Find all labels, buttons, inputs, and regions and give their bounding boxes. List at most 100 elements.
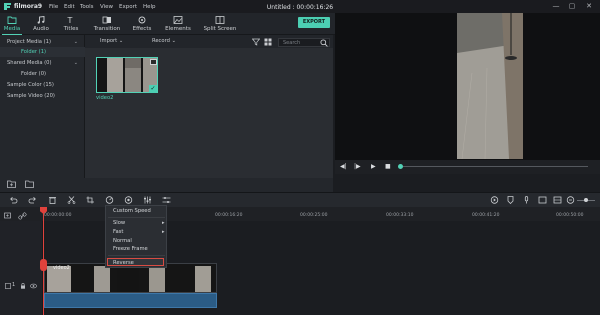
- sidebar-item-folder-0[interactable]: Folder (0): [0, 69, 85, 79]
- menu-item-reverse[interactable]: Reverse: [113, 260, 134, 266]
- track-header: [0, 221, 43, 315]
- menu-file[interactable]: File: [49, 4, 58, 10]
- track-video-icon: [5, 283, 11, 289]
- sidebar-item-label: Folder (0): [21, 71, 47, 77]
- folder-icon: [7, 16, 17, 24]
- eye-icon[interactable]: [30, 283, 37, 289]
- sidebar-item-sample-color[interactable]: Sample Color (15): [0, 80, 85, 90]
- tab-effects-label: Effects: [132, 26, 152, 32]
- grid-view-icon[interactable]: [264, 38, 272, 46]
- tab-effects[interactable]: Effects: [130, 13, 154, 35]
- sidebar-item-sample-video[interactable]: Sample Video (20): [0, 91, 85, 101]
- search-placeholder: Search: [283, 39, 301, 46]
- tab-titles[interactable]: T Titles: [60, 13, 82, 35]
- preview-scrubber-handle[interactable]: [398, 164, 403, 169]
- sidebar-item-shared-media[interactable]: Shared Media (0) ⌄: [0, 58, 85, 68]
- media-bottom-bar: [0, 178, 333, 192]
- step-back-icon[interactable]: ◀|: [340, 163, 347, 170]
- menu-item-normal[interactable]: Normal: [113, 238, 132, 244]
- tab-media[interactable]: Media: [2, 13, 22, 35]
- add-folder-icon[interactable]: [7, 180, 16, 188]
- tab-elements[interactable]: Elements: [165, 13, 191, 35]
- tab-split-screen-label: Split Screen: [203, 26, 237, 32]
- undo-icon[interactable]: [9, 196, 18, 204]
- submenu-arrow-icon: ▸: [162, 220, 165, 226]
- chevron-down-icon[interactable]: ⌄: [74, 37, 78, 47]
- snapshot-icon[interactable]: [553, 196, 562, 204]
- menu-tools[interactable]: Tools: [80, 4, 94, 10]
- folder-icon[interactable]: [25, 180, 34, 188]
- menu-export[interactable]: Export: [119, 4, 137, 10]
- lock-icon[interactable]: [20, 283, 26, 289]
- record-dropdown[interactable]: Record ⌄: [152, 38, 176, 44]
- menu-view[interactable]: View: [100, 4, 113, 10]
- maximize-icon[interactable]: ▢: [566, 1, 578, 12]
- link-icon[interactable]: [18, 212, 27, 220]
- playhead-marker[interactable]: [40, 259, 47, 271]
- check-icon: ✓: [149, 85, 157, 93]
- marker-icon[interactable]: [506, 196, 515, 205]
- minimize-icon[interactable]: —: [550, 1, 562, 12]
- crop-icon[interactable]: [86, 196, 95, 204]
- tab-audio-label: Audio: [33, 26, 49, 32]
- import-dropdown[interactable]: Import ⌄: [100, 38, 123, 44]
- zoom-out-icon[interactable]: [566, 196, 575, 204]
- preview-bottom: [335, 174, 600, 192]
- export-button[interactable]: EXPORT: [298, 17, 330, 28]
- svg-text:T: T: [67, 16, 73, 24]
- sidebar-item-label: Sample Color (15): [7, 82, 54, 88]
- sidebar-item-folder-1[interactable]: Folder (1): [0, 47, 85, 57]
- voiceover-icon[interactable]: [538, 196, 547, 204]
- menu-item-custom-speed[interactable]: Custom Speed: [113, 208, 151, 214]
- microphone-icon[interactable]: [522, 196, 531, 204]
- zoom-slider-handle[interactable]: [584, 198, 588, 202]
- redo-icon[interactable]: [28, 196, 37, 204]
- tab-transition-label: Transition: [93, 26, 121, 32]
- preview-scrubber[interactable]: [403, 166, 588, 168]
- ruler-tick-label: 00:00:41:20: [472, 213, 500, 218]
- cut-icon[interactable]: [67, 196, 76, 204]
- close-icon[interactable]: ✕: [583, 1, 595, 12]
- tab-transition[interactable]: Transition: [92, 13, 122, 35]
- video-clip-thumbnails: [45, 264, 216, 292]
- submenu-arrow-icon: ▸: [162, 229, 165, 235]
- color-icon[interactable]: [124, 196, 133, 204]
- audio-mixer-icon[interactable]: [143, 196, 152, 204]
- ruler-tick-label: 00:00:16:20: [215, 213, 243, 218]
- menu-edit[interactable]: Edit: [64, 4, 75, 10]
- sidebar-item-label: Folder (1): [21, 49, 47, 55]
- tab-media-label: Media: [3, 26, 21, 32]
- sidebar-item-label: Shared Media (0): [7, 60, 52, 66]
- adjust-icon[interactable]: [162, 196, 171, 204]
- audio-clip[interactable]: [44, 293, 217, 308]
- menu-item-slow[interactable]: Slow: [113, 220, 125, 226]
- chevron-down-icon[interactable]: ⌄: [74, 58, 78, 68]
- menu-item-freeze-frame[interactable]: Freeze Frame: [113, 246, 148, 252]
- stop-icon[interactable]: ■: [385, 163, 391, 170]
- filter-icon[interactable]: [251, 38, 261, 46]
- sidebar-item-label: Project Media (1): [7, 39, 51, 45]
- app-name: filmora9: [14, 3, 43, 10]
- text-icon: T: [67, 16, 73, 24]
- delete-icon[interactable]: [48, 196, 57, 204]
- sidebar-item-project-media[interactable]: Project Media (1) ⌄: [0, 37, 85, 47]
- tab-elements-label: Elements: [165, 26, 191, 32]
- menu-help[interactable]: Help: [143, 4, 156, 10]
- menu-item-fast[interactable]: Fast: [113, 229, 123, 235]
- search-icon[interactable]: [320, 38, 328, 47]
- render-icon[interactable]: [490, 196, 499, 204]
- filmora-logo-icon: [3, 2, 12, 11]
- tab-split-screen[interactable]: Split Screen: [202, 13, 238, 35]
- tab-audio[interactable]: Audio: [30, 13, 52, 35]
- step-forward-icon[interactable]: |▶: [354, 163, 361, 170]
- ruler-tick-label: 00:00:25:00: [300, 213, 328, 218]
- music-note-icon: [37, 16, 45, 24]
- tab-titles-label: Titles: [63, 26, 79, 32]
- sidebar-item-label: Sample Video (20): [7, 93, 55, 99]
- media-item-label: video2: [96, 95, 114, 101]
- add-track-icon[interactable]: [4, 212, 13, 220]
- play-icon[interactable]: ▶: [371, 163, 376, 170]
- elements-icon: [173, 16, 183, 24]
- split-screen-icon: [215, 16, 225, 24]
- speed-icon[interactable]: [105, 196, 114, 204]
